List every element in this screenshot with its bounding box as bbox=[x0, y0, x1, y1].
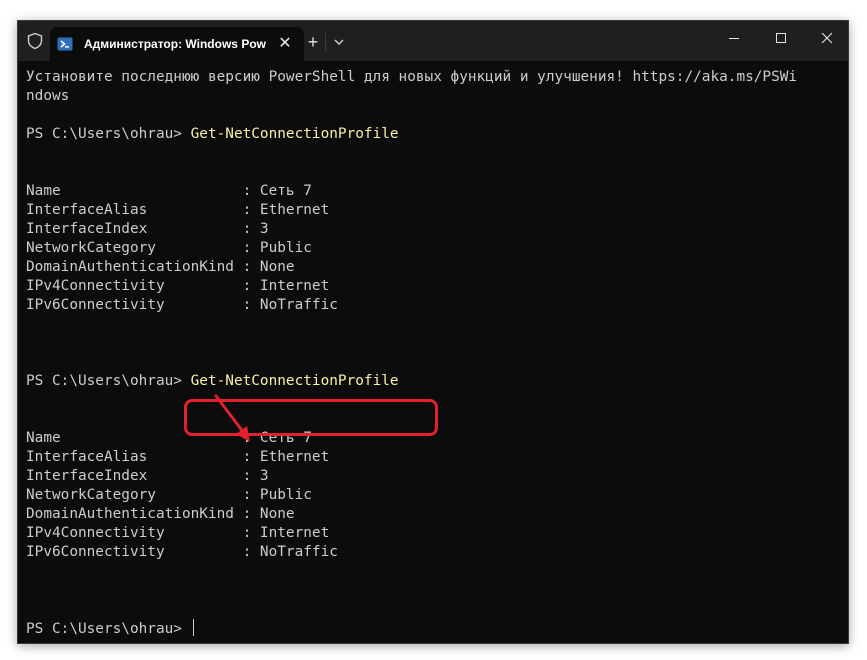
tab-powershell[interactable]: Администратор: Windows PowerShell ✕ bbox=[50, 27, 304, 61]
output-line: IPv6Connectivity : NoTraffic bbox=[26, 297, 338, 313]
output-line: IPv4Connectivity : Internet bbox=[26, 525, 330, 541]
output-line: InterfaceIndex : 3 bbox=[26, 468, 269, 484]
command-text: Get-NetConnectionProfile bbox=[190, 373, 399, 389]
banner-line-1: Установите последнюю версию PowerShell д… bbox=[26, 69, 798, 85]
output-line: DomainAuthenticationKind : None bbox=[26, 506, 295, 522]
output-line: InterfaceAlias : Ethernet bbox=[26, 202, 330, 218]
command-line-current[interactable]: PS C:\Users\ohrau> bbox=[26, 619, 194, 638]
output-line: IPv4Connectivity : Internet bbox=[26, 278, 330, 294]
powershell-icon bbox=[57, 37, 73, 51]
output-line: DomainAuthenticationKind : None bbox=[26, 259, 295, 275]
terminal-output[interactable]: Установите последнюю версию PowerShell д… bbox=[18, 61, 848, 643]
text-cursor bbox=[192, 619, 194, 636]
terminal-window: Администратор: Windows PowerShell ✕ + Ус… bbox=[17, 20, 849, 644]
output-line: IPv6Connectivity : NoTraffic bbox=[26, 544, 338, 560]
banner-line-2: ndows bbox=[26, 88, 70, 104]
output-line: Name : Сеть 7 bbox=[26, 183, 312, 199]
output-line: InterfaceAlias : Ethernet bbox=[26, 449, 330, 465]
command-line-1: PS C:\Users\ohrau> Get-NetConnectionProf… bbox=[26, 125, 399, 144]
title-bar[interactable]: Администратор: Windows PowerShell ✕ + bbox=[18, 21, 848, 61]
command-text: Get-NetConnectionProfile bbox=[190, 126, 399, 142]
tab-title: Администратор: Windows PowerShell bbox=[84, 37, 266, 51]
tab-close-icon[interactable]: ✕ bbox=[275, 34, 295, 54]
command-highlight-box bbox=[184, 399, 438, 436]
tab-separator bbox=[325, 33, 326, 51]
shield-icon bbox=[27, 32, 43, 50]
prompt-text: PS C:\Users\ohrau> bbox=[26, 373, 182, 389]
command-line-2: PS C:\Users\ohrau> Get-NetConnectionProf… bbox=[26, 372, 399, 391]
new-tab-button[interactable]: + bbox=[302, 31, 324, 53]
minimize-button[interactable] bbox=[711, 21, 757, 57]
chevron-down-icon[interactable] bbox=[328, 31, 350, 53]
output-line: InterfaceIndex : 3 bbox=[26, 221, 269, 237]
output-line: NetworkCategory : Public bbox=[26, 487, 312, 503]
output-line: NetworkCategory : Public bbox=[26, 240, 312, 256]
maximize-button[interactable] bbox=[758, 21, 804, 57]
prompt-text: PS C:\Users\ohrau> bbox=[26, 126, 182, 142]
close-button[interactable] bbox=[804, 21, 850, 57]
prompt-text: PS C:\Users\ohrau> bbox=[26, 621, 182, 637]
